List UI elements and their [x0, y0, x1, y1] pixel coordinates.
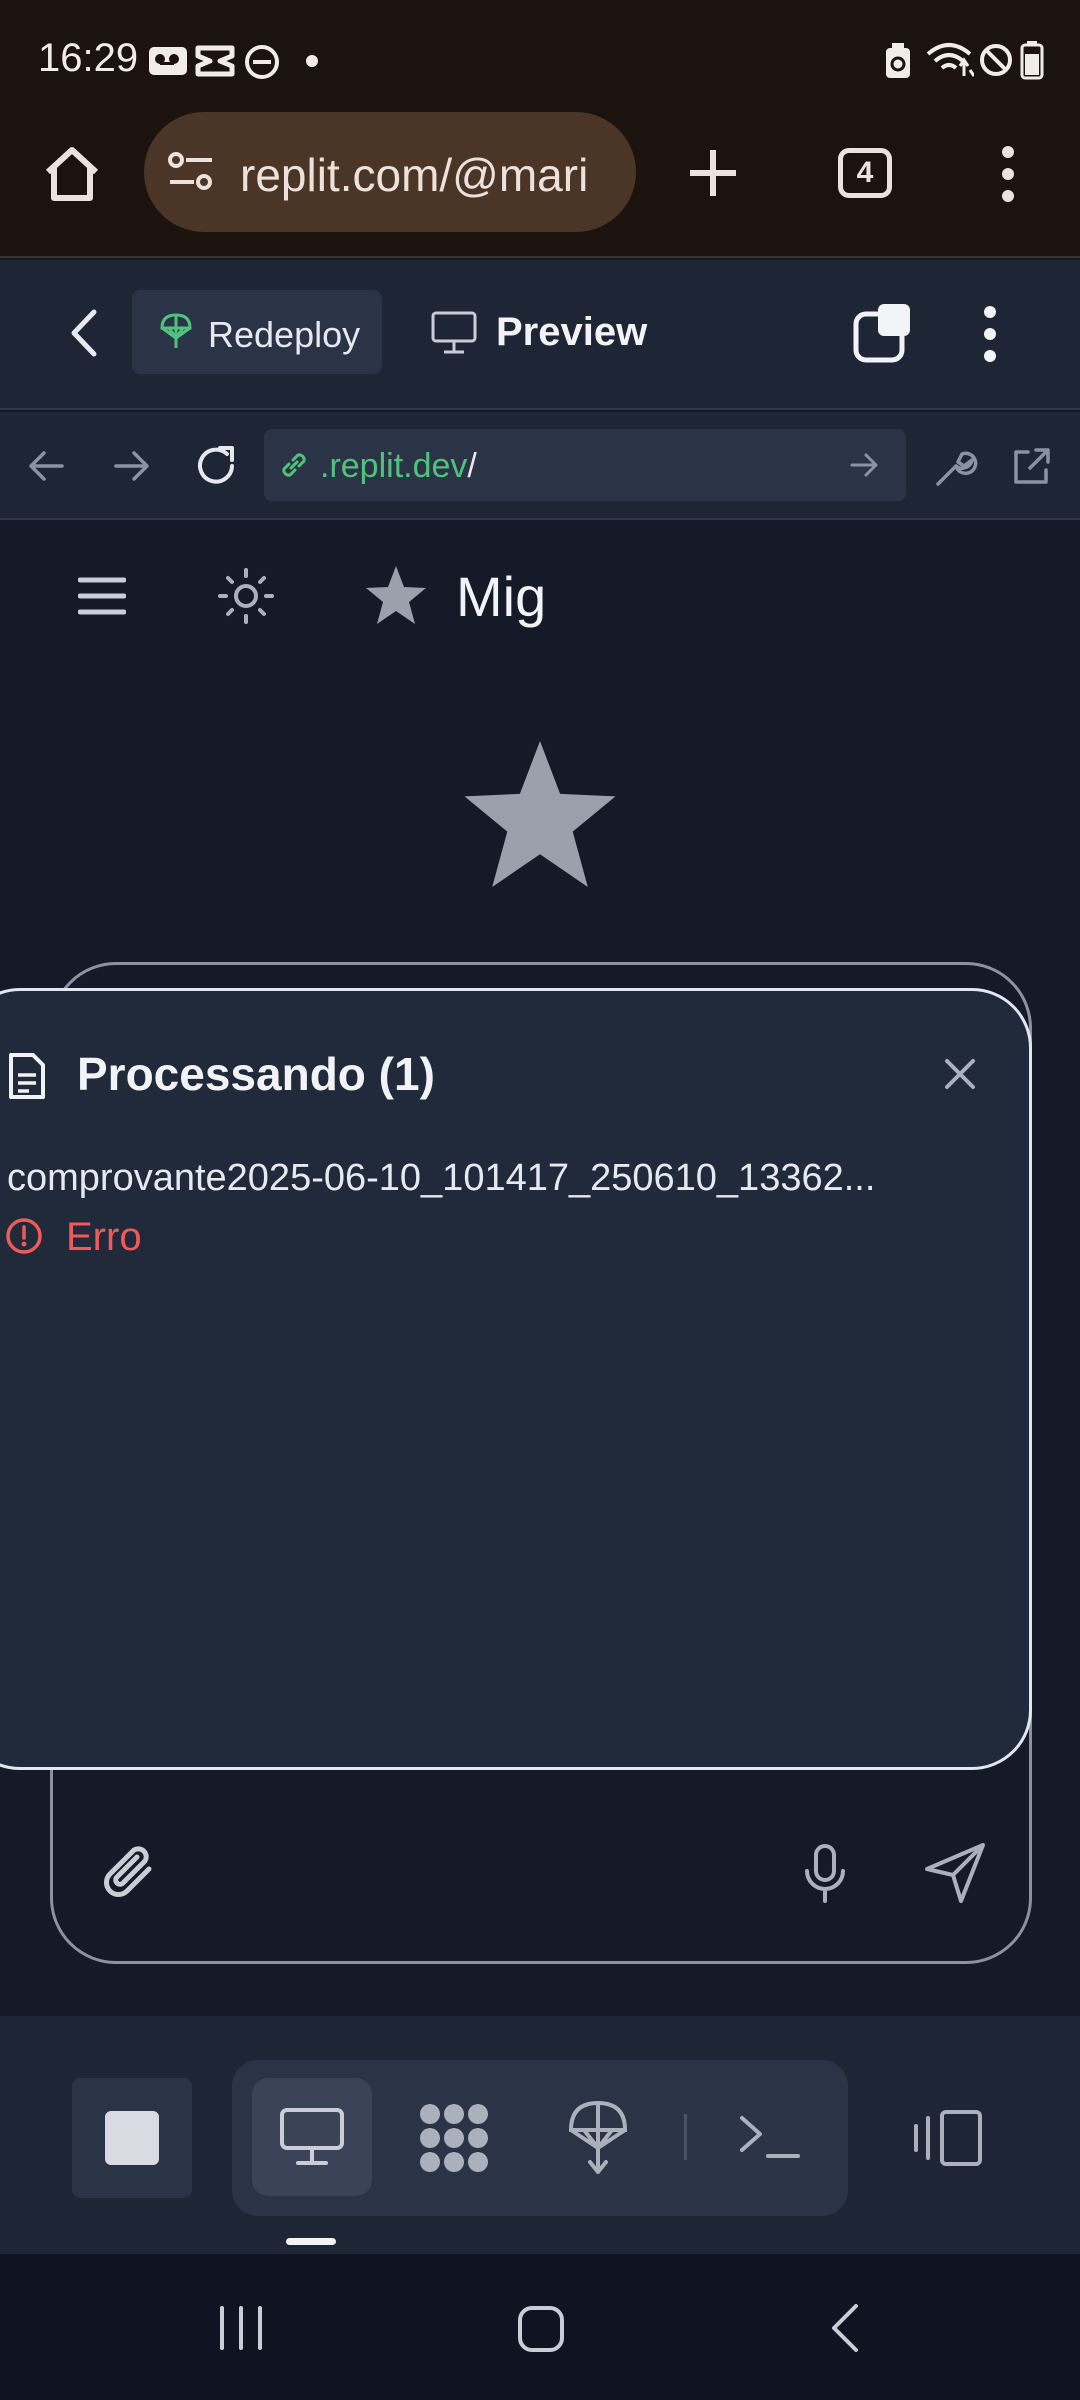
- preview-tab-label[interactable]: Preview: [496, 310, 647, 355]
- browser-url-text: replit.com/@mari: [240, 149, 589, 201]
- browser-menu-icon[interactable]: [996, 146, 1020, 202]
- preview-monitor-icon: [431, 311, 477, 354]
- browser-address-bar[interactable]: replit.com/@mari: [144, 112, 636, 232]
- webview-reload-icon[interactable]: [194, 444, 238, 488]
- webview-url-domain: .replit.dev: [320, 447, 468, 485]
- deploy-balloon-icon: [160, 313, 192, 348]
- android-navigation-bar: [0, 2254, 1080, 2400]
- status-bar: 16:29: [0, 0, 1080, 110]
- toolbar-divider: [684, 2114, 687, 2160]
- tab-switcher-button[interactable]: 4: [838, 148, 892, 198]
- tabs-overview-icon[interactable]: [852, 302, 914, 364]
- back-chevron-icon[interactable]: [66, 308, 100, 358]
- app-title: Mig: [456, 565, 547, 628]
- back-nav-icon[interactable]: [828, 2302, 862, 2354]
- tool-shell-icon[interactable]: [738, 2112, 802, 2162]
- tool-layout-switch-icon[interactable]: [910, 2108, 984, 2168]
- hero-star-icon: [464, 741, 616, 887]
- modal-title: Processando (1): [77, 1048, 435, 1100]
- hamburger-menu-icon[interactable]: [78, 576, 126, 616]
- do-not-disturb-icon: [245, 45, 279, 79]
- processing-status-error: Erro: [66, 1215, 142, 1259]
- battery-icon: [1020, 41, 1044, 80]
- tool-agent-icon[interactable]: [416, 2102, 492, 2174]
- processing-file-name: comprovante2025-06-10_101417_250610_1336…: [7, 1157, 876, 1199]
- close-icon[interactable]: [943, 1057, 977, 1091]
- new-tab-plus-icon[interactable]: [686, 146, 740, 200]
- home-nav-icon[interactable]: [516, 2304, 566, 2354]
- replit-bottom-toolbar: [0, 2016, 1080, 2254]
- browser-toolbar: replit.com/@mari 4: [0, 110, 1080, 258]
- recent-apps-icon[interactable]: [216, 2304, 266, 2352]
- redeploy-label: Redeploy: [208, 314, 361, 355]
- open-external-icon[interactable]: [1010, 444, 1054, 488]
- wifi-icon: [926, 43, 974, 77]
- site-settings-icon[interactable]: [166, 148, 216, 196]
- replit-header: Redeploy Preview: [0, 260, 1080, 410]
- active-tool-indicator: [286, 2238, 336, 2245]
- replit-more-menu-icon[interactable]: [980, 304, 1000, 364]
- send-icon[interactable]: [923, 1841, 987, 1905]
- document-icon: [9, 1053, 45, 1099]
- battery-saver-icon: [886, 43, 910, 78]
- webview-back-icon[interactable]: [26, 448, 66, 484]
- devtools-wrench-icon[interactable]: [932, 444, 978, 490]
- url-go-arrow-icon[interactable]: [850, 451, 880, 479]
- webview-forward-icon[interactable]: [112, 448, 152, 484]
- stop-square-icon: [105, 2111, 159, 2165]
- preview-monitor-icon: [280, 2108, 344, 2165]
- app-preview-area: Mig Processando (1) comprovante2025-06-1…: [0, 522, 1080, 2014]
- link-icon: [282, 453, 306, 477]
- theme-toggle-sun-icon[interactable]: [216, 566, 276, 626]
- error-alert-icon: [6, 1218, 42, 1254]
- webview-navigation-bar: .replit.dev/: [0, 412, 1080, 520]
- no-signal-icon: [980, 44, 1012, 76]
- capcut-notification-icon: [195, 45, 235, 77]
- webview-url-text: .replit.dev/: [320, 447, 477, 486]
- tool-preview-button[interactable]: [252, 2078, 372, 2196]
- app-logo-star-icon: [366, 566, 426, 624]
- webview-url-path: /: [467, 447, 477, 485]
- status-time: 16:29: [38, 36, 139, 80]
- stop-button[interactable]: [72, 2078, 192, 2198]
- processing-modal: Processando (1) comprovante2025-06-10_10…: [0, 988, 1032, 1770]
- redeploy-button[interactable]: Redeploy: [132, 290, 382, 374]
- tool-deploy-icon[interactable]: [566, 2098, 630, 2176]
- microphone-icon[interactable]: [801, 1843, 849, 1905]
- webview-url-field[interactable]: .replit.dev/: [264, 429, 906, 501]
- home-icon[interactable]: [42, 144, 102, 204]
- voicemail-notification-icon: [149, 47, 187, 75]
- more-notifications-dot-icon: [306, 55, 318, 67]
- attach-paperclip-icon[interactable]: [99, 1841, 163, 1905]
